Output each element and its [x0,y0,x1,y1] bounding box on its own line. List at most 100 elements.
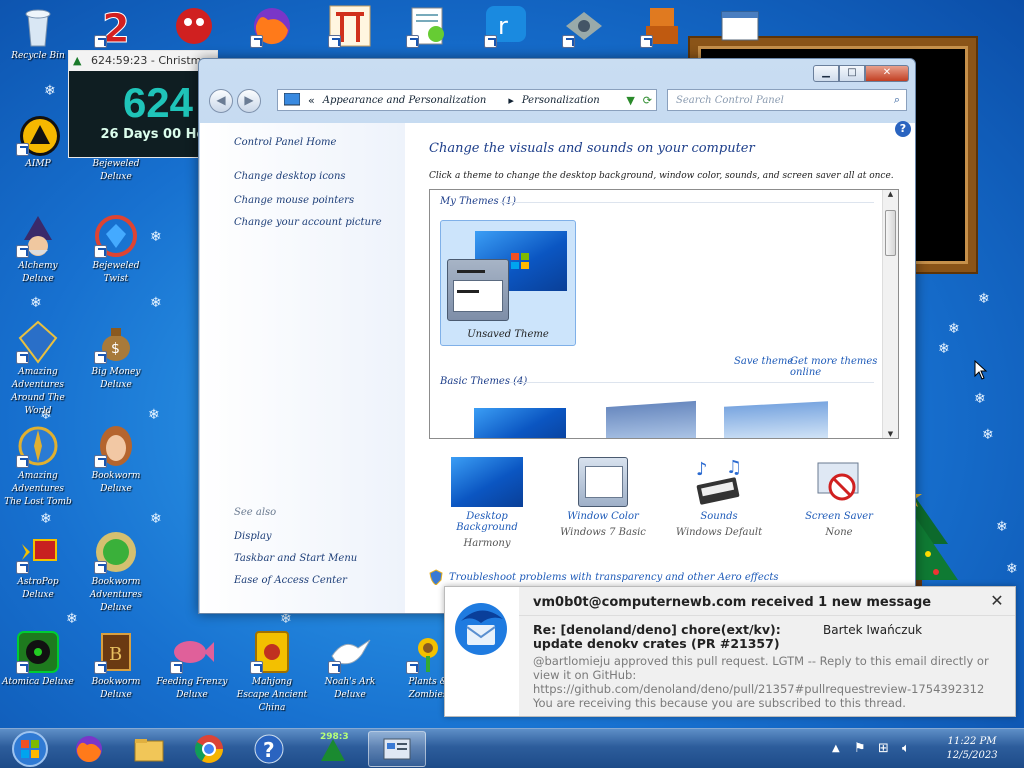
desktop-icon-alchemy[interactable]: Alchemy Deluxe [2,214,74,286]
control-panel-icon [284,93,300,106]
theme-list[interactable]: My Themes (1) Unsaved Theme Save theme G… [429,189,899,439]
control-panel-home-link[interactable]: Control Panel Home [234,137,336,148]
desktop-icon-noahs-ark[interactable]: Noah's Ark Deluxe [314,630,386,702]
scroll-up-icon[interactable]: ▲ [883,190,898,198]
snowflake-icon: ❄ [148,407,160,423]
breadcrumb-leaf[interactable]: Personalization [522,95,600,106]
forward-button[interactable]: ▶ [237,89,261,113]
desktop-icon-atomica[interactable]: Atomica Deluxe [2,630,74,689]
screen-saver-setting[interactable]: Screen Saver None [789,457,889,538]
desktop-icon-robot[interactable] [548,4,620,48]
notification-body[interactable]: @bartlomieju approved this pull request.… [533,654,993,710]
countdown-gadget[interactable]: ▲ 624:59:23 - Christmas 624 26 Days 00 Ho [68,50,218,158]
search-placeholder[interactable]: Search Control Panel [676,95,784,106]
desktop-icon-label: Bookworm Deluxe [91,471,141,494]
window-color-icon [578,457,628,507]
desktop-icon-bookworm[interactable]: Bookworm Deluxe [80,424,152,496]
help-icon[interactable]: ? [895,121,911,137]
taskbar-start-menu-link[interactable]: Taskbar and Start Menu [234,553,357,564]
troubleshoot-link[interactable]: Troubleshoot problems with transparency … [449,572,779,583]
shortcut-arrow-icon [16,661,29,674]
notification-close-button[interactable]: ✕ [989,593,1005,609]
minimize-button[interactable]: ▁ [813,65,839,82]
desktop-icon-recycle-bin[interactable]: Recycle Bin [2,4,74,63]
desktop-icon-astropop[interactable]: AstroPop Deluxe [2,530,74,602]
desktop-icon-label: AIMP [25,159,51,169]
theme-basic-1[interactable] [474,408,566,438]
email-notification[interactable]: vm0b0t@computernewb.com received 1 new m… [444,586,1016,717]
setting-label[interactable]: Window Color [553,511,653,522]
window-color-setting[interactable]: Window Color Windows 7 Basic [553,457,653,538]
setting-label[interactable]: Desktop Background [437,511,537,533]
change-mouse-pointers-link[interactable]: Change mouse pointers [234,195,354,206]
theme-basic-2[interactable] [606,400,696,438]
taskbar-explorer-button[interactable] [120,731,178,767]
search-box[interactable]: Search Control Panel ⌕ [667,89,907,111]
scroll-thumb[interactable] [885,210,896,256]
change-account-picture-link[interactable]: Change your account picture [234,217,382,228]
personalization-window[interactable]: ▁ □ ✕ ◀ ▶ « Appearance and Personalizati… [198,58,916,614]
chevron-icon: « [308,93,315,107]
breadcrumb-root[interactable]: Appearance and Personalization [323,95,487,106]
desktop-icon-notepadpp[interactable] [392,4,464,48]
desktop-icon-bookworm-deluxe[interactable]: B Bookworm Deluxe [80,630,152,702]
desktop-icon-mahjong[interactable]: Mahjong Escape Ancient China [236,630,308,715]
taskbar-help-button[interactable]: ? [240,731,298,767]
taskbar-gadget-button[interactable]: 298:3 [304,731,362,767]
change-desktop-icons-link[interactable]: Change desktop icons [234,171,346,182]
desktop-icon-bejeweled-twist[interactable]: Bejeweled Twist [80,214,152,286]
desktop-icon-red-creature[interactable] [158,4,230,48]
search-icon[interactable]: ⌕ [894,93,906,107]
theme-basic-3[interactable] [724,401,828,438]
shortcut-arrow-icon [328,661,341,674]
snowflake-icon: ❄ [996,519,1008,535]
theme-list-scrollbar[interactable]: ▲ ▼ [882,190,898,438]
address-bar[interactable]: « Appearance and Personalization ▸ Perso… [277,89,657,111]
show-hidden-icons-button[interactable]: ▲ [832,743,840,754]
desktop-icon-firefox[interactable] [236,4,308,48]
desktop-icon-window-app[interactable] [704,4,776,48]
desktop-icon-torii[interactable] [314,4,386,48]
refresh-icon[interactable]: ⟳ [643,94,656,107]
network-icon[interactable]: ⊞ [878,741,889,756]
setting-value: Windows 7 Basic [560,527,646,538]
maximize-button[interactable]: □ [839,65,865,82]
desktop-icon-label: Amazing Adventures Around The World [11,367,65,416]
desktop-icon-bookworm-adventures[interactable]: Bookworm Adventures Deluxe [80,530,152,615]
volume-icon[interactable]: 🔈︎ [902,741,910,756]
start-button[interactable] [6,729,54,768]
svg-text:B: B [109,644,122,665]
ease-of-access-link[interactable]: Ease of Access Center [234,575,347,586]
close-button[interactable]: ✕ [865,65,909,82]
desktop-background-setting[interactable]: Desktop Background Harmony [437,457,537,549]
desktop-icon-aimp[interactable]: AIMP [2,112,74,171]
notification-subject[interactable]: Re: [denoland/deno] chore(ext/kv): updat… [533,623,833,651]
chrome-icon [195,735,223,763]
action-center-icon[interactable]: ⚑ [854,741,866,756]
setting-label[interactable]: Sounds [669,511,769,522]
shortcut-arrow-icon [16,351,29,364]
setting-label[interactable]: Screen Saver [789,511,889,522]
desktop-icon-big-money[interactable]: $ Big Money Deluxe [80,320,152,392]
save-theme-link[interactable]: Save theme [734,356,793,367]
desktop-icon-realplayer[interactable]: r [470,4,542,48]
back-button[interactable]: ◀ [209,89,233,113]
desktop-icon-2[interactable]: 2 [80,4,152,53]
clock-date: 12/5/2023 [946,750,998,761]
desktop-icon-feeding-frenzy[interactable]: Feeding Frenzy Deluxe [156,630,228,702]
scroll-down-icon[interactable]: ▼ [883,430,898,438]
taskbar-chrome-button[interactable] [180,731,238,767]
sounds-setting[interactable]: ♪ ♫ Sounds Windows Default [669,457,769,538]
content-pane: ? Change the visuals and sounds on your … [405,121,915,613]
chevron-right-icon: ▸ [508,93,514,107]
taskbar-firefox-button[interactable] [60,731,118,767]
display-link[interactable]: Display [234,531,272,542]
clock[interactable]: 11:22 PM 12/5/2023 [932,735,1012,763]
desktop-icon-amazing-adventures-tomb[interactable]: Amazing Adventures The Lost Tomb [2,424,74,509]
taskbar-control-panel-button[interactable] [368,731,426,767]
dropdown-arrow-icon[interactable]: ▼ [626,94,634,107]
desktop-icon-blocks[interactable] [626,4,698,48]
desktop-icon-amazing-adventures-around[interactable]: Amazing Adventures Around The World [2,320,74,418]
window-icon [721,11,759,41]
theme-unsaved[interactable]: Unsaved Theme [440,220,576,346]
